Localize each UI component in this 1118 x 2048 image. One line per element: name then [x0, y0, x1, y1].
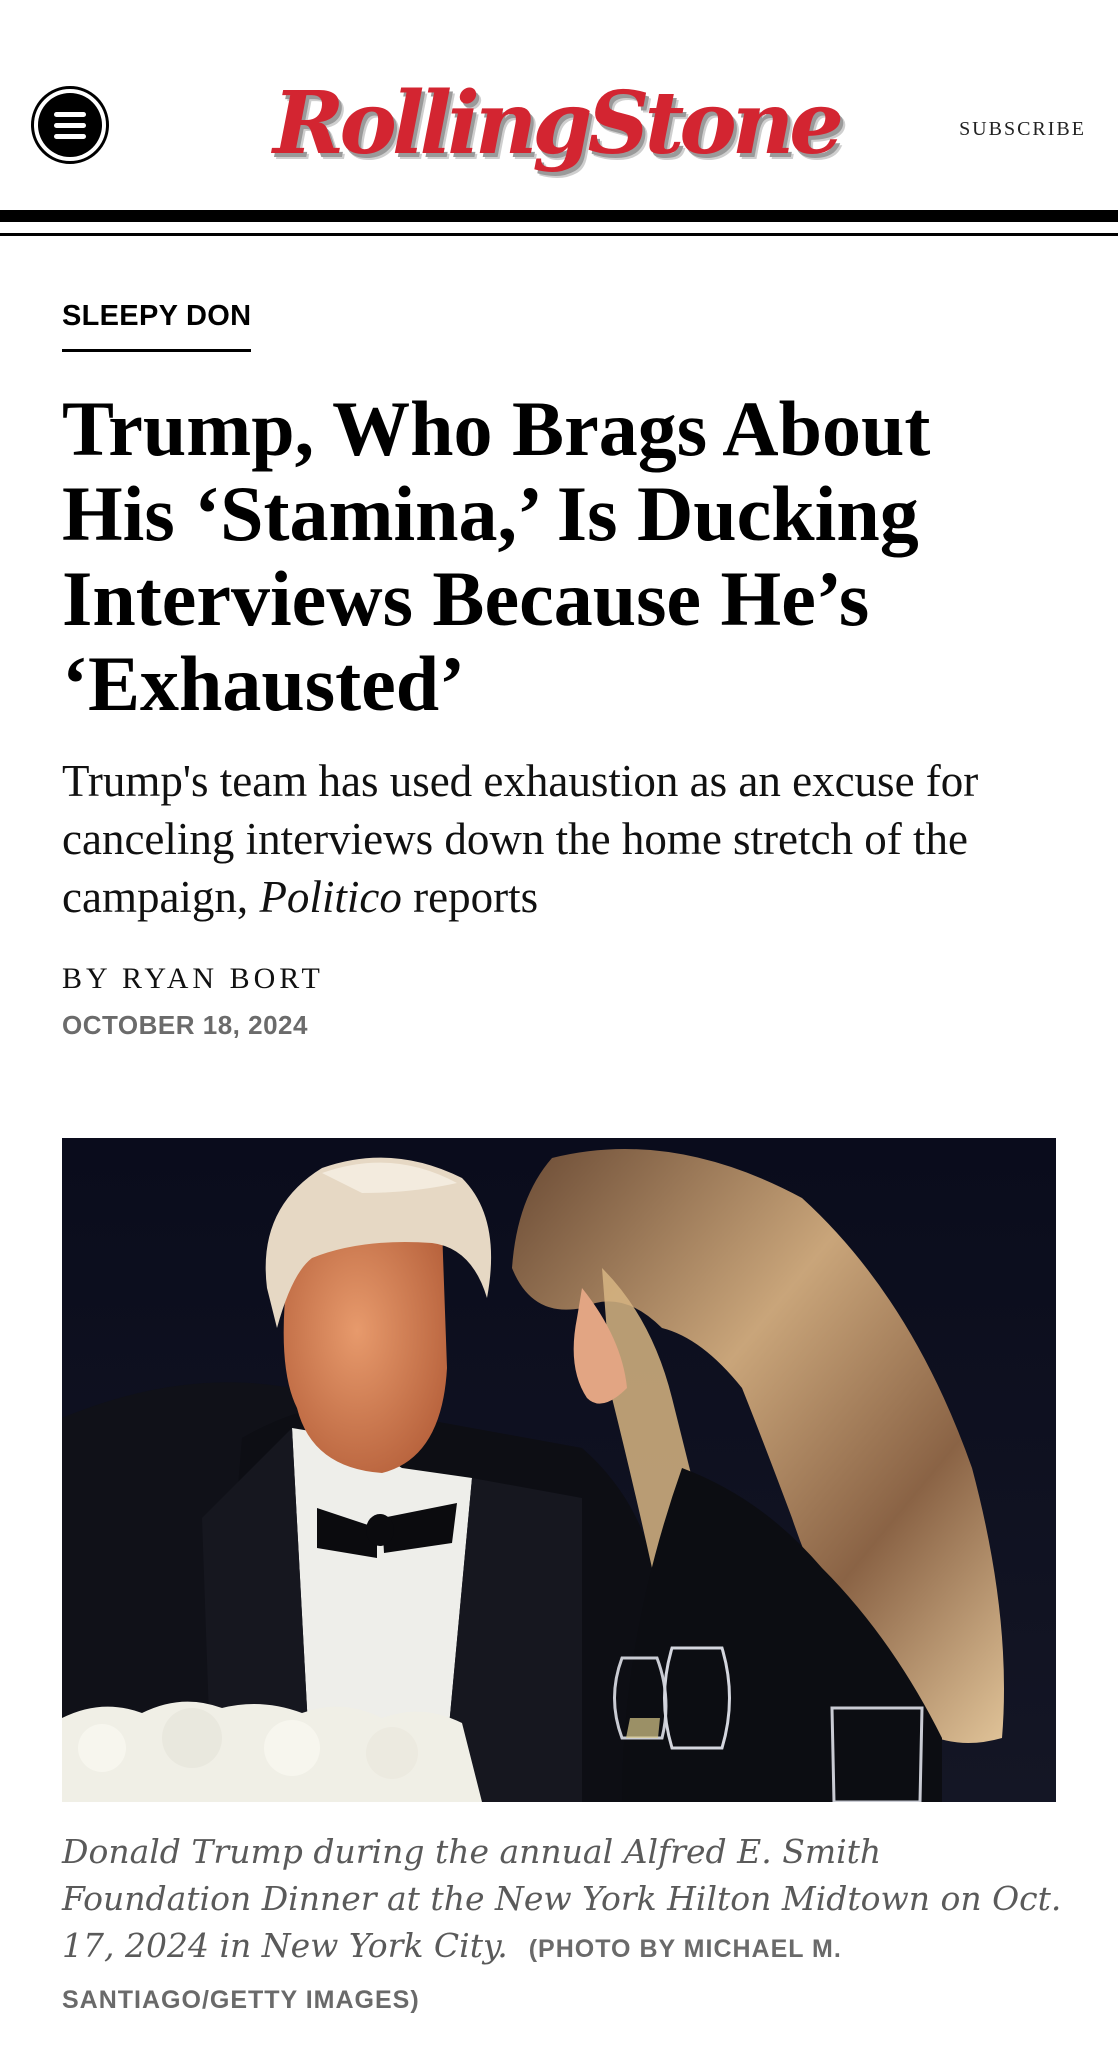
logo-wordmark: RollingStone	[273, 72, 844, 174]
site-header: RollingStone SUBSCRIBE	[0, 0, 1118, 210]
header-divider-thin	[0, 233, 1118, 236]
article-date: OCTOBER 18, 2024	[62, 1010, 308, 1040]
hero-photo	[62, 1138, 1056, 1802]
article-dek: Trump's team has used exhaustion as an e…	[62, 752, 1072, 926]
subscribe-link[interactable]: SUBSCRIBE	[959, 118, 1086, 141]
photo-illustration	[62, 1138, 1056, 1802]
dek-source: Politico	[259, 872, 402, 922]
article-headline: Trump, Who Brags About His ‘Stamina,’ Is…	[62, 385, 931, 727]
hamburger-menu-icon	[38, 93, 102, 157]
article-byline[interactable]: BY RYAN BORT	[62, 962, 1062, 996]
dek-text-2: reports	[401, 872, 539, 922]
article-header: SLEEPY DON Trump, Who Brags About His ‘S…	[62, 300, 1062, 1041]
rolling-stone-logo[interactable]: RollingStone	[273, 58, 844, 188]
article-kicker[interactable]: SLEEPY DON	[62, 300, 252, 352]
header-divider-thick	[0, 210, 1118, 222]
menu-button[interactable]	[31, 86, 109, 164]
photo-caption: Donald Trump during the annual Alfred E.…	[62, 1828, 1062, 2024]
